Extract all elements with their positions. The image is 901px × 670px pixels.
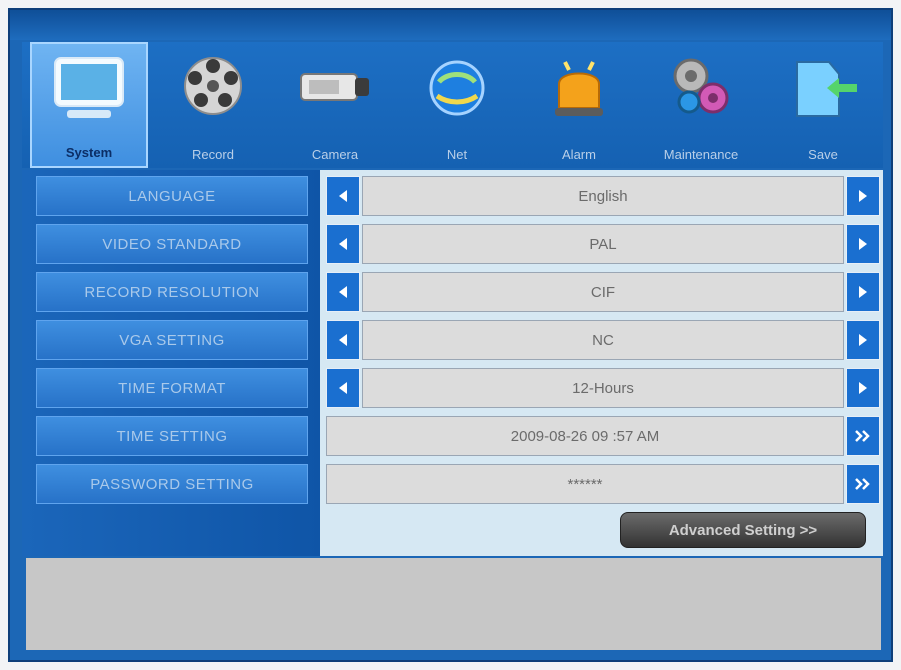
password-setting-value: ****** [326, 464, 844, 504]
video-standard-row: PAL [326, 224, 880, 264]
time-setting-label: TIME SETTING [36, 416, 308, 456]
arrow-right-icon [859, 238, 867, 250]
language-value: English [362, 176, 844, 216]
password-setting-label: PASSWORD SETTING [36, 464, 308, 504]
vga-setting-row: NC [326, 320, 880, 360]
time-setting-open-button[interactable] [846, 416, 880, 456]
arrow-right-icon [859, 382, 867, 394]
tab-record[interactable]: Record [154, 42, 272, 168]
tab-label: Camera [311, 147, 359, 162]
arrow-right-icon [859, 286, 867, 298]
tab-net[interactable]: Net [398, 42, 516, 168]
video-standard-next-button[interactable] [846, 224, 880, 264]
arrow-left-icon [339, 334, 347, 346]
time-format-value: 12-Hours [362, 368, 844, 408]
record-resolution-row: CIF [326, 272, 880, 312]
video-standard-prev-button[interactable] [326, 224, 360, 264]
vga-setting-next-button[interactable] [846, 320, 880, 360]
settings-label-panel: LANGUAGE VIDEO STANDARD RECORD RESOLUTIO… [22, 170, 320, 557]
advanced-setting-button[interactable]: Advanced Setting >> [620, 512, 866, 548]
title-bar [10, 10, 891, 40]
video-standard-value: PAL [362, 224, 844, 264]
record-resolution-label: RECORD RESOLUTION [36, 272, 308, 312]
tab-label: Save [808, 147, 838, 162]
record-resolution-value: CIF [362, 272, 844, 312]
arrow-right-icon [859, 334, 867, 346]
tab-label: System [65, 145, 113, 160]
gears-icon [661, 52, 741, 122]
status-panel [24, 556, 883, 652]
language-label: LANGUAGE [36, 176, 308, 216]
monitor-icon [49, 54, 129, 124]
time-format-next-button[interactable] [846, 368, 880, 408]
vga-setting-value: NC [362, 320, 844, 360]
vga-setting-prev-button[interactable] [326, 320, 360, 360]
language-row: English [326, 176, 880, 216]
language-prev-button[interactable] [326, 176, 360, 216]
tab-alarm[interactable]: Alarm [520, 42, 638, 168]
time-format-label: TIME FORMAT [36, 368, 308, 408]
arrow-left-icon [339, 238, 347, 250]
double-chevron-right-icon [855, 478, 870, 490]
menu-toolbar: System Record Camera Net Alarm Maintenan… [22, 42, 883, 168]
double-chevron-right-icon [855, 430, 870, 442]
save-folder-icon [783, 52, 863, 122]
settings-window: System Record Camera Net Alarm Maintenan… [8, 8, 893, 662]
time-setting-row: 2009-08-26 09 :57 AM [326, 416, 880, 456]
record-resolution-next-button[interactable] [846, 272, 880, 312]
alarm-light-icon [539, 52, 619, 122]
settings-value-panel: English PAL CIF NC 12-Hours 2009-08-26 0… [320, 170, 883, 557]
password-setting-row: ****** [326, 464, 880, 504]
tab-label: Alarm [562, 147, 596, 162]
film-reel-icon [173, 52, 253, 122]
arrow-left-icon [339, 382, 347, 394]
record-resolution-prev-button[interactable] [326, 272, 360, 312]
tab-label: Record [192, 147, 234, 162]
tab-camera[interactable]: Camera [276, 42, 394, 168]
tab-label: Net [446, 147, 468, 162]
tab-label: Maintenance [663, 147, 739, 162]
time-format-row: 12-Hours [326, 368, 880, 408]
globe-icon [417, 52, 497, 122]
password-setting-open-button[interactable] [846, 464, 880, 504]
tab-maintenance[interactable]: Maintenance [642, 42, 760, 168]
tab-system[interactable]: System [30, 42, 148, 168]
screen-frame: System Record Camera Net Alarm Maintenan… [0, 0, 901, 670]
arrow-left-icon [339, 286, 347, 298]
time-setting-value: 2009-08-26 09 :57 AM [326, 416, 844, 456]
arrow-left-icon [339, 190, 347, 202]
vga-setting-label: VGA SETTING [36, 320, 308, 360]
tab-save[interactable]: Save [764, 42, 882, 168]
time-format-prev-button[interactable] [326, 368, 360, 408]
camera-icon [295, 52, 375, 122]
language-next-button[interactable] [846, 176, 880, 216]
arrow-right-icon [859, 190, 867, 202]
video-standard-label: VIDEO STANDARD [36, 224, 308, 264]
